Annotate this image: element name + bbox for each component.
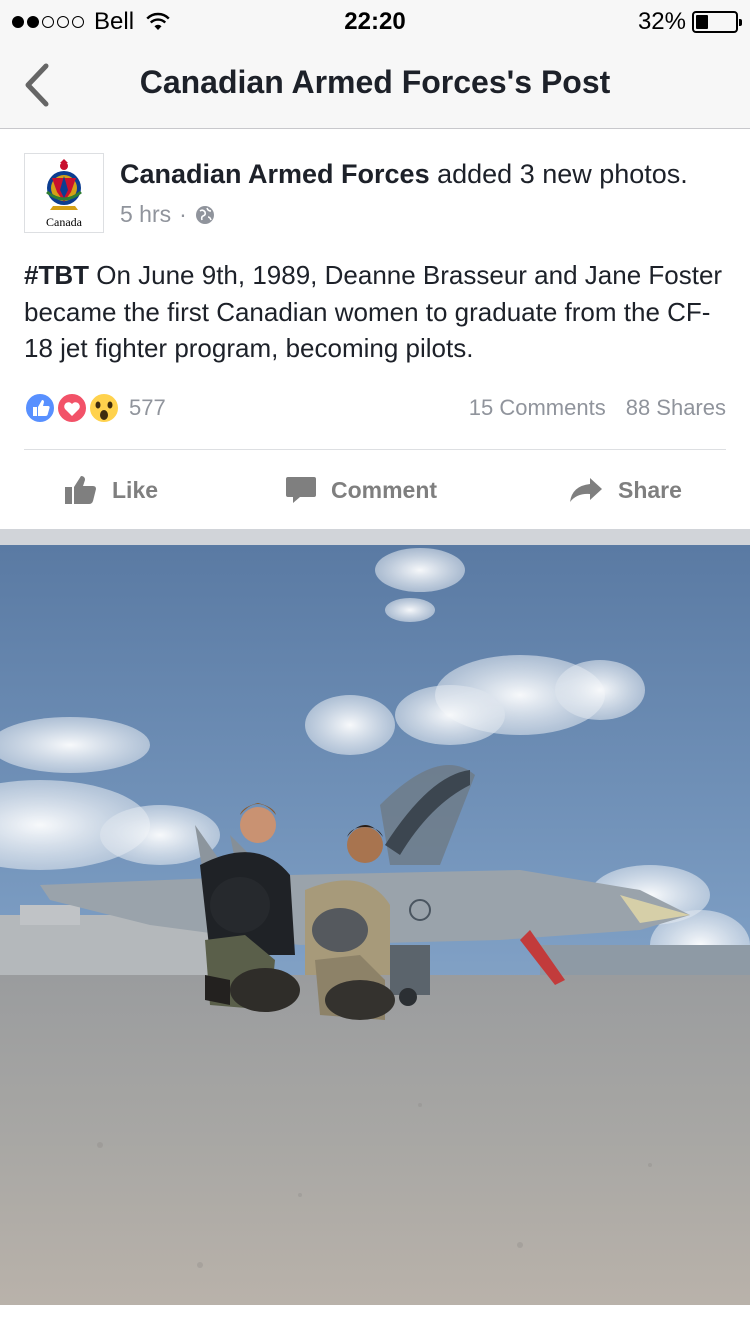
like-label: Like	[112, 476, 159, 503]
reactions-summary[interactable]: 577 15 Comments 88 Shares	[24, 390, 726, 426]
hashtag-link[interactable]: #TBT	[24, 260, 89, 290]
comment-button[interactable]: Comment	[285, 451, 437, 529]
share-arrow-icon	[570, 478, 602, 502]
comment-bubble-icon	[286, 477, 316, 503]
battery-level	[696, 15, 709, 29]
feed-separator	[0, 529, 750, 545]
divider	[24, 449, 726, 450]
reaction-icons	[24, 392, 120, 424]
page-title: Canadian Armed Forces's Post	[139, 64, 611, 100]
post-timestamp[interactable]: 5 hrs	[120, 201, 171, 228]
like-reaction-icon	[24, 392, 56, 424]
post-card: Canada Canadian Armed Forces added 3 new…	[0, 129, 750, 529]
share-button[interactable]: Share	[568, 451, 682, 529]
navigation-bar: Canadian Armed Forces's Post	[0, 40, 750, 129]
post-header-line: Canadian Armed Forces added 3 new photos…	[120, 159, 688, 190]
canadian-armed-forces-crest-logo: Canada	[46, 159, 83, 229]
like-button[interactable]: Like	[64, 451, 158, 529]
page-avatar[interactable]: Canada	[24, 153, 104, 233]
battery-percent: 32%	[637, 8, 686, 35]
post-meta: 5 hrs ·	[120, 201, 215, 228]
status-bar: Bell 22:20 32%	[0, 0, 750, 40]
comments-count[interactable]: 15 Comments	[469, 395, 606, 421]
battery-group: 32%	[637, 8, 742, 36]
canada-wordmark: Canada	[46, 215, 83, 229]
comment-label: Comment	[331, 476, 438, 503]
engagement-counts: 15 Comments 88 Shares	[469, 395, 726, 421]
share-label: Share	[618, 476, 682, 503]
battery-icon	[692, 11, 742, 33]
post-photo[interactable]	[0, 545, 750, 1305]
next-post-peek	[0, 1305, 750, 1334]
photo-two-pilots-with-cf18-jet	[0, 545, 750, 1305]
globe-icon	[195, 205, 214, 224]
reaction-count: 577	[129, 395, 166, 420]
post-actions-bar: Like Comment Share	[0, 451, 750, 529]
shares-count[interactable]: 88 Shares	[626, 395, 726, 421]
thumbs-up-icon	[65, 476, 96, 504]
author-name[interactable]: Canadian Armed Forces	[120, 159, 430, 189]
love-reaction-icon	[56, 392, 88, 424]
wow-reaction-icon	[88, 392, 120, 424]
post-action-text: added 3 new photos.	[437, 159, 688, 189]
meta-separator: ·	[179, 201, 187, 227]
post-body-text: On June 9th, 1989, Deanne Brasseur and J…	[24, 260, 723, 363]
post-body: #TBT On June 9th, 1989, Deanne Brasseur …	[24, 257, 729, 367]
